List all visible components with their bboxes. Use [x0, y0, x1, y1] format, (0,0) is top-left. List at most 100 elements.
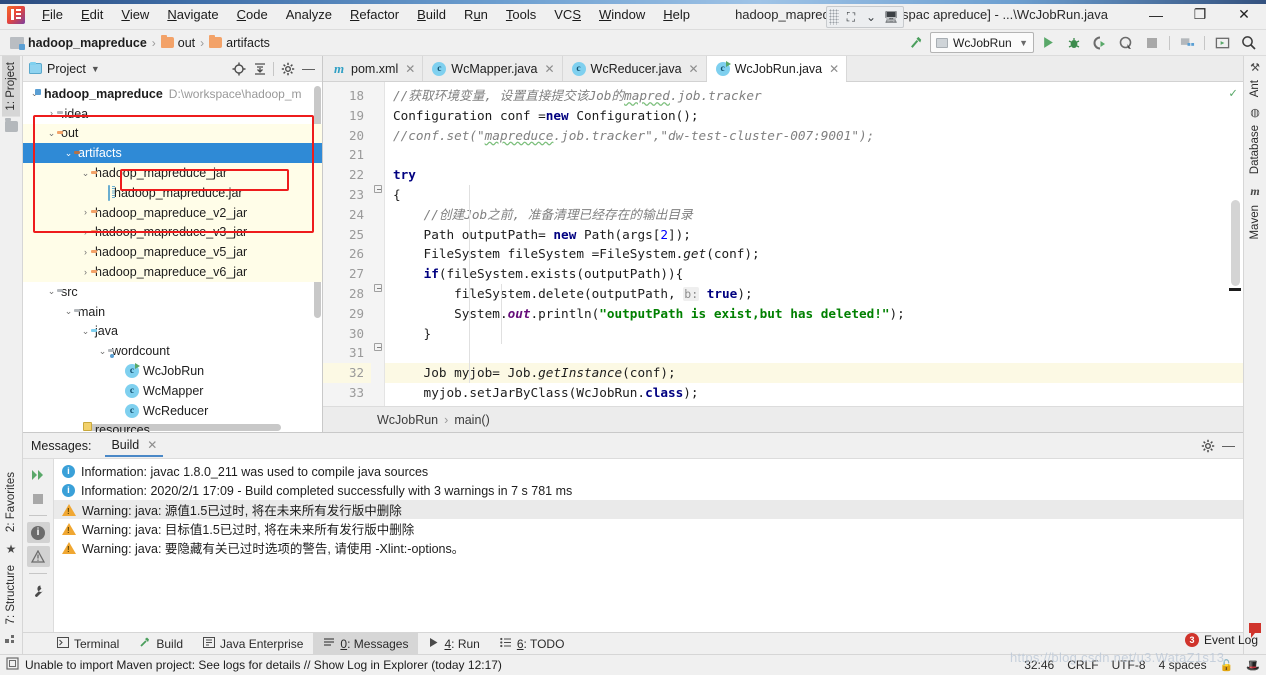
line-separator[interactable]: CRLF: [1067, 658, 1098, 672]
close-icon[interactable]: ✕: [147, 438, 157, 452]
caret-position[interactable]: 32:46: [1024, 658, 1054, 672]
tree-node-wordcount[interactable]: ⌄ wordcount: [23, 341, 322, 361]
message-row[interactable]: Warning: java: 源值1.5已过时, 将在未来所有发行版中删除: [54, 500, 1243, 519]
status-message[interactable]: Unable to import Maven project: See logs…: [25, 658, 502, 672]
code-line[interactable]: {: [385, 185, 1243, 205]
tree-node-hadoop-mapreduce-jar[interactable]: ⌄ hadoop_mapreduce_jar: [23, 163, 322, 183]
chevron-right-icon[interactable]: ›: [46, 108, 57, 119]
unlocked-icon[interactable]: 🔓: [1220, 659, 1234, 672]
bottom-tab-6-todo[interactable]: 6: TODO: [490, 633, 575, 654]
debug-button[interactable]: [1062, 32, 1086, 54]
code-line[interactable]: Path outputPath= new Path(args[2]);: [385, 225, 1243, 245]
hide-panel-icon[interactable]: —: [298, 58, 319, 80]
collapse-all-icon[interactable]: [249, 58, 270, 80]
bottom-tab-terminal[interactable]: Terminal: [47, 633, 129, 654]
filter-warning-icon[interactable]: [26, 546, 50, 567]
status-message-area[interactable]: Unable to import Maven project: See logs…: [6, 657, 502, 673]
locate-icon[interactable]: [228, 58, 249, 80]
chevron-down-icon[interactable]: ⌄: [97, 346, 108, 357]
message-row[interactable]: i Information: 2020/2/1 17:09 - Build com…: [54, 481, 1243, 500]
message-row[interactable]: Warning: java: 要隐藏有关已过时选项的警告, 请使用 -Xlint…: [54, 538, 1243, 557]
build-hammer-icon[interactable]: [904, 32, 928, 54]
profile-button[interactable]: [1114, 32, 1138, 54]
tree-node-wcjobrun[interactable]: c WcJobRun: [23, 361, 322, 381]
remote-screen-icon[interactable]: 🖥: [881, 8, 901, 26]
tree-node--idea[interactable]: › .idea: [23, 104, 322, 124]
tree-node-java[interactable]: ⌄ java: [23, 322, 322, 342]
fold-marker-if-end[interactable]: [374, 343, 382, 351]
breadcrumb-class[interactable]: WcJobRun: [377, 413, 438, 427]
chevron-right-icon[interactable]: ›: [80, 227, 91, 238]
menu-tools[interactable]: Tools: [497, 4, 545, 26]
event-log-button[interactable]: 3 Event Log: [1184, 633, 1258, 647]
tree-node-hadoop-mapreduce-v5-jar[interactable]: › hadoop_mapreduce_v5_jar: [23, 242, 322, 263]
code-line[interactable]: }: [385, 324, 1243, 344]
code-line[interactable]: fileSystem.delete(outputPath, b: true);: [385, 284, 1243, 304]
stop-button[interactable]: [1140, 32, 1164, 54]
code-line[interactable]: //conf.set("mapreduce.job.tracker","dw-t…: [385, 126, 1243, 146]
grip-handle-icon[interactable]: [829, 9, 839, 25]
bottom-tab-4-run[interactable]: 4: Run: [418, 633, 489, 654]
close-icon[interactable]: ✕: [544, 62, 554, 76]
sidebar-item-maven[interactable]: Maven: [1246, 199, 1264, 246]
project-structure-button[interactable]: [1175, 32, 1199, 54]
rerun-icon[interactable]: [27, 464, 50, 485]
chevron-down-icon[interactable]: ⌄: [46, 128, 57, 139]
menu-view[interactable]: View: [112, 4, 158, 26]
editor-tab-wcreducer-java[interactable]: c WcReducer.java ✕: [563, 56, 707, 81]
code-line[interactable]: try: [385, 165, 1243, 185]
messages-list[interactable]: i Information: javac 1.8.0_211 was used t…: [54, 459, 1243, 632]
close-button[interactable]: ✕: [1222, 0, 1266, 29]
menu-run[interactable]: Run: [455, 4, 497, 26]
menu-file[interactable]: File: [33, 4, 72, 26]
inspection-ok-icon[interactable]: ✓: [1229, 86, 1237, 101]
menu-navigate[interactable]: Navigate: [158, 4, 227, 26]
tree-node-artifacts[interactable]: ⌄ artifacts: [23, 143, 322, 164]
chevron-right-icon[interactable]: ›: [80, 207, 91, 218]
code-line[interactable]: myjob.setJarByClass(WcJobRun.class);: [385, 383, 1243, 403]
filter-info-icon[interactable]: i: [26, 522, 50, 543]
code-line[interactable]: [385, 145, 1243, 165]
tree-node-wcmapper[interactable]: c WcMapper: [23, 381, 322, 401]
chevron-down-icon[interactable]: ▼: [91, 64, 100, 74]
menu-code[interactable]: Code: [228, 4, 277, 26]
indent-setting[interactable]: 4 spaces: [1159, 658, 1207, 672]
code-line[interactable]: FileSystem fileSystem =FileSystem.get(co…: [385, 244, 1243, 264]
menu-analyze[interactable]: Analyze: [277, 4, 341, 26]
inspector-hat-icon[interactable]: 🎩: [1246, 659, 1260, 672]
close-icon[interactable]: ✕: [829, 62, 839, 76]
code-line[interactable]: [385, 343, 1243, 363]
hide-panel-icon[interactable]: —: [1218, 435, 1239, 457]
code-line[interactable]: //获取环境变量, 设置直接提交该Job的mapred.job.tracker: [385, 86, 1243, 106]
code-line[interactable]: Configuration conf =new Configuration();: [385, 106, 1243, 126]
tree-node-out[interactable]: ⌄ out: [23, 123, 322, 144]
fold-marker-try[interactable]: [374, 185, 382, 193]
sidebar-item-favorites[interactable]: 2: Favorites: [2, 466, 20, 538]
search-everywhere-icon[interactable]: [1236, 32, 1260, 54]
sidebar-item-database[interactable]: Database: [1246, 119, 1264, 180]
maximize-button[interactable]: ❐: [1178, 0, 1222, 29]
code-line[interactable]: //创建Job之前, 准备清理已经存在的输出目录: [385, 205, 1243, 225]
tree-node-hadoop-mapreduce[interactable]: ⌄hadoop_mapreduceD:\workspace\hadoop_m: [23, 84, 322, 104]
remote-control-overlay[interactable]: ⛶ ⌄ 🖥: [826, 6, 904, 28]
menu-edit[interactable]: Edit: [72, 4, 112, 26]
chevron-down-icon[interactable]: ⌄: [63, 148, 74, 159]
tree-node-src[interactable]: ⌄ src: [23, 282, 322, 302]
gear-icon[interactable]: [1197, 435, 1218, 457]
message-row[interactable]: i Information: javac 1.8.0_211 was used t…: [54, 462, 1243, 481]
sidebar-item-structure[interactable]: 7: Structure: [2, 559, 20, 630]
menu-vcs[interactable]: VCS: [545, 4, 590, 26]
chevron-right-icon[interactable]: ›: [80, 247, 91, 258]
bottom-tab-build[interactable]: Build: [129, 633, 193, 654]
code-line[interactable]: myjob.setMapperClass(WcMapper.class);: [385, 403, 1243, 406]
tree-node-hadoop-mapreduce-jar[interactable]: hadoop_mapreduce.jar: [23, 182, 322, 203]
run-with-coverage-button[interactable]: [1088, 32, 1112, 54]
project-tree[interactable]: ⌄ hadoop_mapreduce D:\workspace\hadoop_m ›.…: [23, 82, 322, 432]
run-button[interactable]: [1036, 32, 1060, 54]
editor-gutter[interactable]: 18 19 20 21 22 23 24 25 26 27 28 29 30 31 3233 34: [323, 82, 371, 406]
sidebar-item-project[interactable]: 1: Project: [2, 56, 20, 117]
chevron-down-icon[interactable]: ⌄: [80, 326, 91, 337]
settings-wrench-icon[interactable]: [27, 580, 50, 601]
tree-node-hadoop-mapreduce-v6-jar[interactable]: › hadoop_mapreduce_v6_jar: [23, 262, 322, 282]
breadcrumb-method[interactable]: main(): [454, 413, 489, 427]
